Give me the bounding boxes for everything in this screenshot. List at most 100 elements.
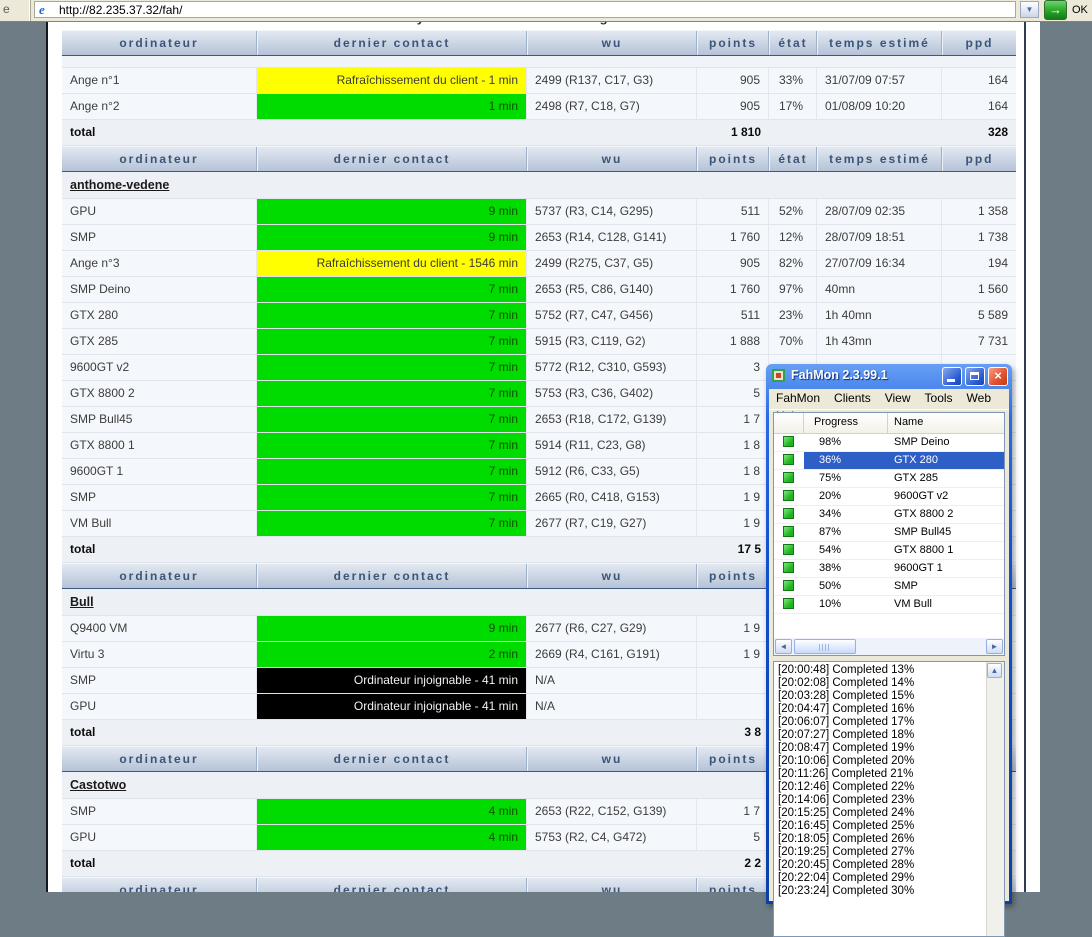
ppd-cell: 1 560	[942, 277, 1016, 302]
menu-item-clients[interactable]: Clients	[827, 389, 878, 405]
menu-item-web[interactable]: Web	[960, 389, 998, 405]
client-progress-cell: 38%	[804, 560, 888, 577]
maximize-icon	[970, 372, 979, 380]
total-label-cell: total	[62, 120, 257, 145]
computer-name-cell: SMP Deino	[62, 277, 257, 302]
state-column-header[interactable]	[774, 413, 804, 433]
last-contact-cell: 9 min	[257, 616, 527, 641]
fahmon-titlebar[interactable]: FahMon 2.3.99.1 ×	[766, 364, 1012, 389]
client-row[interactable]: 75%GTX 285	[774, 470, 1004, 488]
last-contact-cell: 1 min	[257, 94, 527, 119]
menu-item-view[interactable]: View	[878, 389, 918, 405]
points-cell: 1 9	[697, 511, 769, 536]
group-name-link[interactable]: Bull	[62, 589, 94, 615]
column-header: dernier contact	[257, 747, 527, 771]
etat-cell: 12%	[769, 225, 817, 250]
table-row: Ange n°3Rafraîchissement du client - 154…	[62, 251, 1016, 277]
temps-cell: 27/07/09 16:34	[817, 251, 942, 276]
client-row[interactable]: 50%SMP	[774, 578, 1004, 596]
scroll-right-button[interactable]: ►	[986, 639, 1003, 654]
client-row[interactable]: 38%9600GT 1	[774, 560, 1004, 578]
last-contact-cell: 9 min	[257, 225, 527, 250]
last-contact-cell: 7 min	[257, 277, 527, 302]
running-status-icon	[783, 436, 794, 447]
log-line: [20:02:08] Completed 14%	[778, 677, 986, 690]
running-status-icon	[783, 526, 794, 537]
last-contact-cell: 7 min	[257, 407, 527, 432]
table-header-row: ordinateurdernier contactwupointsétattem…	[62, 30, 1016, 56]
empty-cell	[257, 851, 527, 876]
clients-rows: 98%SMP Deino36%GTX 28075%GTX 28520%9600G…	[774, 434, 1004, 614]
column-header: ppd	[942, 147, 1016, 171]
close-button[interactable]: ×	[988, 367, 1008, 386]
running-status-icon	[783, 508, 794, 519]
last-contact-cell: 9 min	[257, 199, 527, 224]
group-name-link[interactable]: anthome-vedene	[62, 172, 169, 198]
computer-name-cell: Ange n°1	[62, 68, 257, 93]
column-header: wu	[527, 31, 697, 55]
empty-cell	[257, 120, 527, 145]
column-header: ordinateur	[62, 747, 257, 771]
go-button[interactable]: →	[1044, 0, 1067, 20]
wu-cell: 5737 (R3, C14, G295)	[527, 199, 697, 224]
client-progress-cell: 20%	[804, 488, 888, 505]
wu-cell: 2653 (R18, C172, G139)	[527, 407, 697, 432]
client-state-cell	[774, 578, 804, 595]
scrollbar-thumb[interactable]	[794, 639, 856, 654]
wu-cell: 2677 (R6, C27, G29)	[527, 616, 697, 641]
log-line: [20:10:06] Completed 20%	[778, 755, 986, 768]
column-header: état	[769, 147, 817, 171]
vertical-scrollbar[interactable]: ▲	[986, 662, 1004, 936]
wu-cell: N/A	[527, 694, 697, 719]
computer-name-cell: GTX 8800 1	[62, 433, 257, 458]
client-row[interactable]: 34%GTX 8800 2	[774, 506, 1004, 524]
wu-cell: 5772 (R12, C310, G593)	[527, 355, 697, 380]
maximize-button[interactable]	[965, 367, 985, 386]
column-header: état	[769, 31, 817, 55]
arrow-right-icon: →	[1049, 2, 1062, 17]
client-row[interactable]: 54%GTX 8800 1	[774, 542, 1004, 560]
scroll-left-button[interactable]: ◄	[775, 639, 792, 654]
fahmon-app-icon	[772, 369, 785, 382]
client-name-cell: SMP	[888, 578, 1004, 595]
ppd-cell: 164	[942, 68, 1016, 93]
group-name-link[interactable]: Castotwo	[62, 772, 126, 798]
last-contact-cell: 4 min	[257, 825, 527, 850]
client-row[interactable]: 20%9600GT v2	[774, 488, 1004, 506]
menu-item-fahmon[interactable]: FahMon	[769, 389, 827, 405]
temps-cell: 28/07/09 18:51	[817, 225, 942, 250]
monitoring-count-note: il y a actuellement 12 monitorings en co…	[406, 22, 673, 25]
last-contact-cell: Rafraîchissement du client - 1546 min	[257, 251, 527, 276]
client-progress-cell: 98%	[804, 434, 888, 451]
log-line: [20:03:28] Completed 15%	[778, 690, 986, 703]
horizontal-scrollbar[interactable]: ◄ ►	[774, 638, 1004, 655]
client-row[interactable]: 87%SMP Bull45	[774, 524, 1004, 542]
scroll-up-button[interactable]: ▲	[987, 663, 1002, 678]
column-header: ordinateur	[62, 564, 257, 588]
client-progress-cell: 34%	[804, 506, 888, 523]
clients-list-header: Progress Name	[774, 413, 1004, 434]
progress-column-header[interactable]: Progress	[804, 413, 888, 433]
client-row[interactable]: 10%VM Bull	[774, 596, 1004, 614]
name-column-header[interactable]: Name	[888, 413, 1004, 433]
minimize-button[interactable]	[942, 367, 962, 386]
column-header: dernier contact	[257, 878, 527, 892]
total-points-cell: 3 8	[697, 720, 769, 745]
address-dropdown-button[interactable]: ▼	[1020, 1, 1039, 18]
client-name-cell: VM Bull	[888, 596, 1004, 613]
address-input[interactable]: e http://82.235.37.32/fah/	[34, 1, 1016, 18]
points-cell: 3	[697, 355, 769, 380]
points-cell	[697, 694, 769, 719]
log-line: [20:14:06] Completed 23%	[778, 794, 986, 807]
menu-item-tools[interactable]: Tools	[918, 389, 960, 405]
computer-name-cell: Ange n°2	[62, 94, 257, 119]
ppd-cell: 1 358	[942, 199, 1016, 224]
column-header: ordinateur	[62, 147, 257, 171]
client-row[interactable]: 98%SMP Deino	[774, 434, 1004, 452]
log-text: [20:00:48] Completed 13%[20:02:08] Compl…	[778, 664, 986, 936]
points-cell: 511	[697, 199, 769, 224]
client-row[interactable]: 36%GTX 280	[774, 452, 1004, 470]
client-progress-cell: 10%	[804, 596, 888, 613]
points-cell: 1 760	[697, 225, 769, 250]
client-state-cell	[774, 452, 804, 469]
